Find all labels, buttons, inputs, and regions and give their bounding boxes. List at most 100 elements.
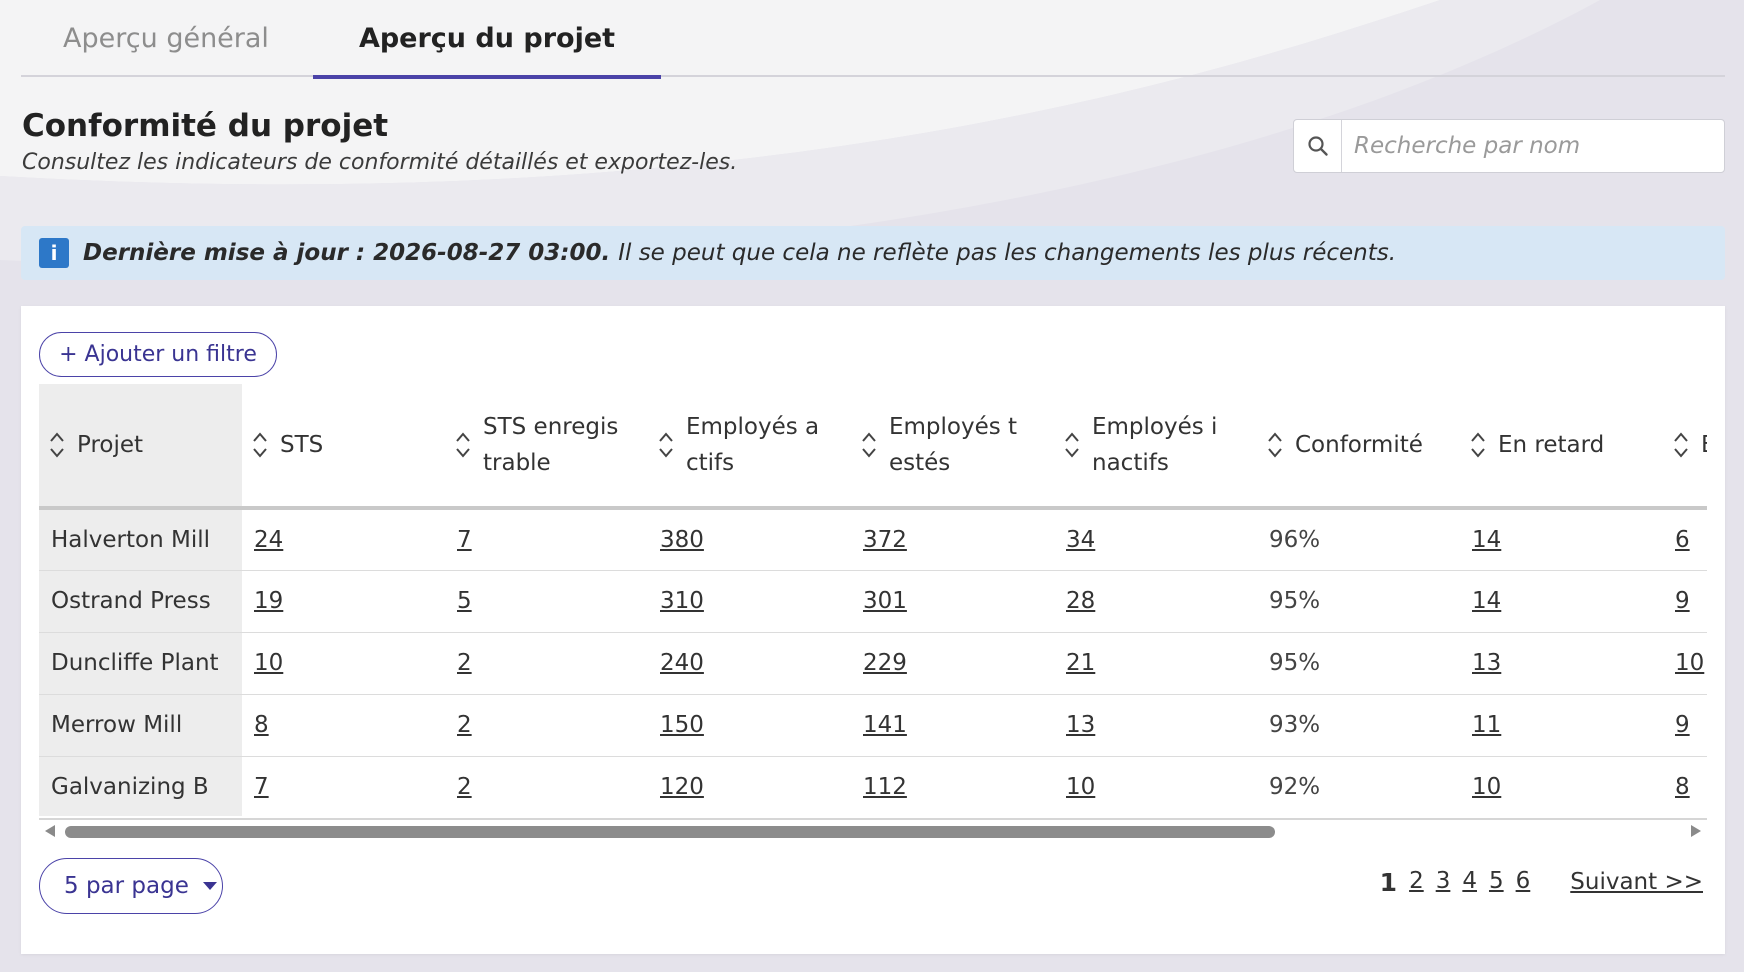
sort-icon[interactable] bbox=[1470, 431, 1486, 459]
value-link[interactable]: 310 bbox=[660, 588, 704, 614]
value-link[interactable]: 13 bbox=[1066, 712, 1095, 738]
value-link[interactable]: 301 bbox=[863, 588, 907, 614]
page-number-link[interactable]: 4 bbox=[1462, 868, 1477, 897]
project-name: Galvanizing B bbox=[51, 774, 209, 801]
value-cell: 310 bbox=[648, 570, 851, 633]
sort-icon[interactable] bbox=[455, 431, 471, 459]
value-link[interactable]: 9 bbox=[1675, 588, 1690, 614]
value-cell: 6 bbox=[1663, 508, 1707, 571]
per-page-select[interactable]: 5 par page bbox=[39, 858, 223, 914]
value-link[interactable]: 372 bbox=[863, 527, 907, 553]
sort-icon[interactable] bbox=[658, 431, 674, 459]
value-cell: 21 bbox=[1054, 632, 1257, 695]
project-cell: Duncliffe Plant bbox=[39, 632, 242, 695]
horizontal-scrollbar[interactable] bbox=[39, 818, 1707, 838]
banner-text: Il se peut que cela ne reflète pas les c… bbox=[618, 240, 1397, 266]
value-cell: 19 bbox=[242, 570, 445, 633]
value-cell: 10 bbox=[242, 632, 445, 695]
value-cell: 11 bbox=[1460, 694, 1663, 757]
compliance-cell: 95% bbox=[1257, 570, 1460, 633]
value-cell: 240 bbox=[648, 632, 851, 695]
value-cell: 34 bbox=[1054, 508, 1257, 571]
tab-general-overview[interactable]: Aperçu général bbox=[41, 0, 291, 77]
compliance-value: 95% bbox=[1269, 650, 1321, 676]
project-name: Halverton Mill bbox=[51, 526, 210, 553]
column-header-label: Employés actifs bbox=[686, 414, 820, 476]
value-link[interactable]: 9 bbox=[1675, 712, 1690, 738]
value-link[interactable]: 7 bbox=[457, 527, 472, 553]
value-link[interactable]: 229 bbox=[863, 650, 907, 676]
value-link[interactable]: 24 bbox=[254, 527, 283, 553]
value-link[interactable]: 8 bbox=[1675, 774, 1690, 800]
table-row: Merrow Mill 8 2 150 141 13 93% 11 9 bbox=[39, 694, 1707, 757]
sort-icon[interactable] bbox=[252, 431, 268, 459]
tab-label: Aperçu général bbox=[63, 23, 269, 54]
sort-icon[interactable] bbox=[49, 431, 65, 459]
value-link[interactable]: 112 bbox=[863, 774, 907, 800]
last-update-label: Dernière mise à jour : 2026-08-27 03:00. bbox=[83, 240, 611, 266]
sort-icon[interactable] bbox=[1267, 431, 1283, 459]
column-header-label: Conformité bbox=[1295, 432, 1423, 458]
value-link[interactable]: 28 bbox=[1066, 588, 1095, 614]
value-link[interactable]: 5 bbox=[457, 588, 472, 614]
column-header[interactable]: STS enregistrable bbox=[445, 384, 648, 510]
page-number-link[interactable]: 5 bbox=[1489, 868, 1504, 897]
add-filter-button[interactable]: + Ajouter un filtre bbox=[39, 332, 277, 377]
value-link[interactable]: 2 bbox=[457, 650, 472, 676]
value-link[interactable]: 10 bbox=[1066, 774, 1095, 800]
scroll-right-arrow-icon[interactable] bbox=[1691, 825, 1701, 837]
value-link[interactable]: 19 bbox=[254, 588, 283, 614]
project-cell: Ostrand Press bbox=[39, 570, 242, 633]
value-link[interactable]: 7 bbox=[254, 774, 269, 800]
value-link[interactable]: 8 bbox=[254, 712, 269, 738]
page-number-link[interactable]: 6 bbox=[1516, 868, 1531, 897]
value-link[interactable]: 141 bbox=[863, 712, 907, 738]
value-link[interactable]: 11 bbox=[1472, 712, 1501, 738]
column-header[interactable]: Employés testés bbox=[851, 384, 1054, 510]
column-header[interactable]: Employés actifs bbox=[648, 384, 851, 510]
scroll-left-arrow-icon[interactable] bbox=[45, 825, 55, 837]
search-icon[interactable] bbox=[1294, 120, 1342, 172]
value-link[interactable]: 21 bbox=[1066, 650, 1095, 676]
column-header[interactable]: En retard bbox=[1460, 384, 1663, 510]
scrollbar-thumb[interactable] bbox=[65, 826, 1275, 838]
value-cell: 301 bbox=[851, 570, 1054, 633]
value-link[interactable]: 14 bbox=[1472, 527, 1501, 553]
caret-down-icon bbox=[202, 882, 217, 890]
search-input[interactable] bbox=[1342, 120, 1724, 172]
page-number-link[interactable]: 3 bbox=[1436, 868, 1451, 897]
sort-icon[interactable] bbox=[1673, 431, 1689, 459]
value-cell: 14 bbox=[1460, 570, 1663, 633]
column-header[interactable]: STS bbox=[242, 384, 445, 510]
value-link[interactable]: 6 bbox=[1675, 527, 1690, 553]
next-page-link[interactable]: Suivant >> bbox=[1570, 869, 1703, 895]
compliance-cell: 92% bbox=[1257, 756, 1460, 816]
page-number-link[interactable]: 2 bbox=[1409, 868, 1424, 897]
value-link[interactable]: 10 bbox=[1472, 774, 1501, 800]
column-header[interactable]: E ( bbox=[1663, 384, 1707, 510]
tab-project-overview[interactable]: Aperçu du projet bbox=[313, 0, 661, 79]
value-link[interactable]: 2 bbox=[457, 774, 472, 800]
sort-icon[interactable] bbox=[1064, 431, 1080, 459]
value-link[interactable]: 10 bbox=[1675, 650, 1704, 676]
table-body: Halverton Mill 24 7 380 372 34 96% 14 6 Ostrand P… bbox=[39, 508, 1707, 816]
column-header-label: Employés inactifs bbox=[1092, 414, 1218, 476]
value-link[interactable]: 240 bbox=[660, 650, 704, 676]
value-link[interactable]: 13 bbox=[1472, 650, 1501, 676]
value-link[interactable]: 34 bbox=[1066, 527, 1095, 553]
sort-icon[interactable] bbox=[861, 431, 877, 459]
column-header[interactable]: Conformité bbox=[1257, 384, 1460, 510]
column-header[interactable]: Employés inactifs bbox=[1054, 384, 1257, 510]
value-link[interactable]: 14 bbox=[1472, 588, 1501, 614]
value-link[interactable]: 150 bbox=[660, 712, 704, 738]
page-number-link[interactable]: 1 bbox=[1380, 868, 1397, 897]
value-cell: 14 bbox=[1460, 508, 1663, 571]
value-link[interactable]: 10 bbox=[254, 650, 283, 676]
value-link[interactable]: 2 bbox=[457, 712, 472, 738]
column-header[interactable]: Projet bbox=[39, 384, 242, 510]
value-cell: 7 bbox=[445, 508, 648, 571]
value-cell: 229 bbox=[851, 632, 1054, 695]
value-link[interactable]: 120 bbox=[660, 774, 704, 800]
value-cell: 2 bbox=[445, 694, 648, 757]
value-link[interactable]: 380 bbox=[660, 527, 704, 553]
